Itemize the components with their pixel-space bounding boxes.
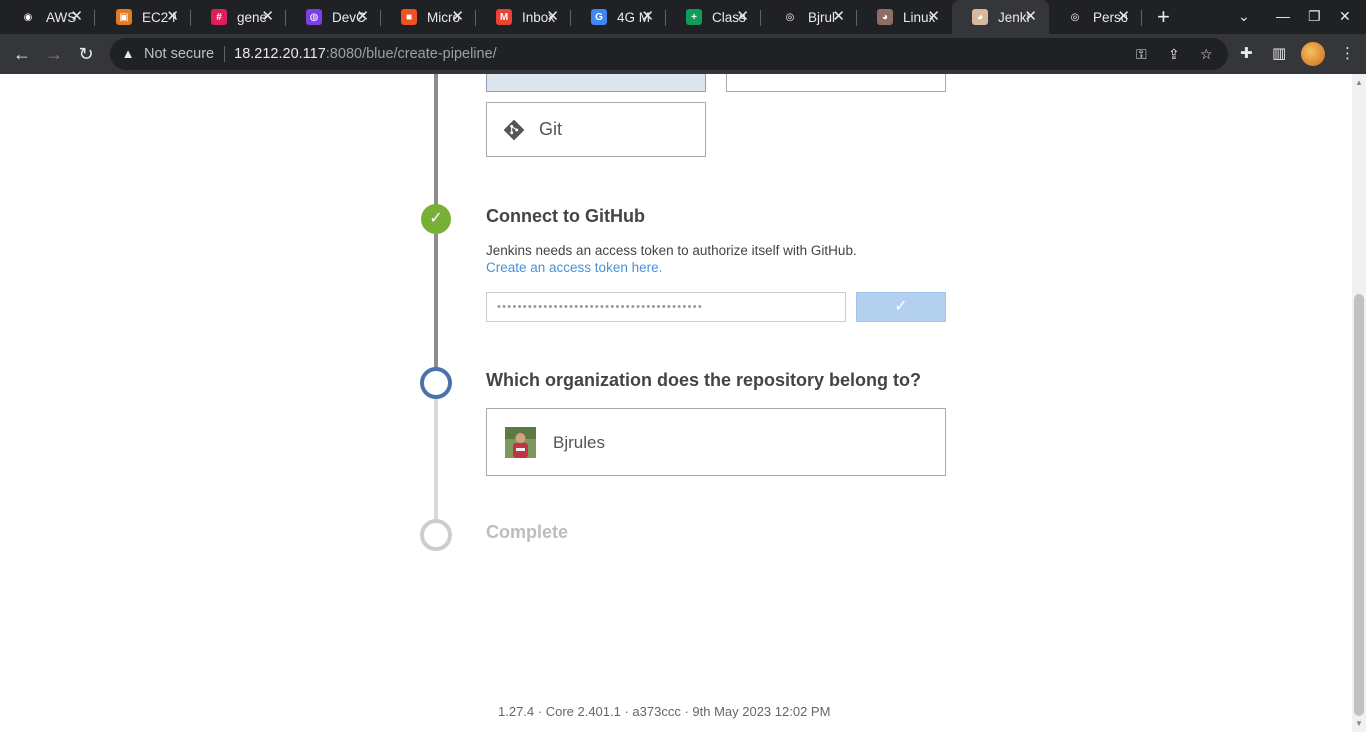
tab-close-icon[interactable]: ✕ [832,9,845,25]
organization-heading: Which organization does the repository b… [486,370,922,390]
restore-button[interactable]: ❐ [1308,8,1321,25]
tab-favicon-icon: ◕ [972,9,988,25]
browser-tab[interactable]: ◎ Perso ✕ [1047,0,1142,34]
tab-strip: + ⌄ — ❐ ✕ ◉AWS✕▣EC2 M✕#gene✕◍DevC✕■Micro… [0,0,1366,34]
url-host: 18.212.20.117 [234,46,326,62]
tab-favicon-icon: ◎ [782,9,798,25]
organization-avatar [505,427,536,458]
divider [224,46,226,62]
browser-tab[interactable]: ◍ DevC ✕ [286,0,381,34]
tab-search-icon[interactable]: ⌄ [1238,8,1250,25]
scroll-up-icon[interactable]: ▲ [1355,78,1363,87]
reload-icon[interactable]: ↻ [76,44,96,64]
organization-name: Bjrules [553,433,605,452]
jenkins-create-pipeline-page: Git ✓ Connect to GitHub Jenkins needs an… [0,74,1352,732]
source-option-github[interactable] [486,74,706,92]
security-label: Not secure [144,46,215,62]
minimize-button[interactable]: — [1276,8,1290,24]
tab-favicon-icon: ◕ [877,9,893,25]
browser-tab[interactable]: + Class ✕ [666,0,761,34]
progress-line-done [434,74,438,214]
browser-tab[interactable]: ◉ AWS ✕ [0,0,95,34]
browser-toolbar: ← → ↻ ▲ Not secure 18.212.20.117:8080/bl… [0,34,1366,74]
browser-tab[interactable]: ▣EC2 M✕ [96,0,191,34]
tab-favicon-icon: ◎ [1067,9,1083,25]
tab-close-icon[interactable]: ✕ [1117,9,1130,25]
step-active-indicator [420,367,452,399]
share-icon[interactable]: ⇪ [1168,46,1180,63]
tab-favicon-icon: G [591,9,607,25]
tab-favicon-icon: # [211,9,227,25]
browser-tab[interactable]: G 4G M ✕ [571,0,666,34]
step-pending-indicator [420,519,452,551]
source-option-git[interactable]: Git [486,102,706,157]
key-icon[interactable]: ⚿ [1136,46,1147,63]
tab-favicon-icon: ▣ [116,9,132,25]
forward-icon[interactable]: → [44,44,64,64]
side-panel-icon[interactable]: ▥ [1272,44,1286,62]
access-token-input[interactable]: •••••••••••••••••••••••••••••••••••••••• [486,292,846,322]
page-scrollbar[interactable]: ▲ ▼ [1352,74,1366,732]
tab-close-icon[interactable]: ✕ [261,9,274,25]
token-confirm-button[interactable]: ✓ [856,292,946,322]
tab-close-icon[interactable]: ✕ [356,9,369,25]
tab-close-icon[interactable]: ✕ [166,9,179,25]
profile-avatar[interactable] [1301,42,1325,66]
git-option-label: Git [539,119,563,139]
tab-separator [760,10,761,26]
version-footer: 1.27.4 · Core 2.401.1 · a373ccc · 9th Ma… [498,704,831,719]
tab-favicon-icon: ◉ [20,9,36,25]
warning-icon: ▲ [121,46,135,61]
tab-separator [1141,10,1142,26]
bookmark-star-icon[interactable]: ☆ [1200,46,1213,63]
progress-line-done [434,234,438,374]
url-path: :8080/blue/create-pipeline/ [325,46,497,62]
back-icon[interactable]: ← [12,44,32,64]
address-bar[interactable]: ▲ Not secure 18.212.20.117:8080/blue/cre… [110,38,1228,70]
create-token-link[interactable]: Create an access token here. [486,260,662,275]
connect-github-heading: Connect to GitHub [486,206,645,226]
close-window-button[interactable]: ✕ [1339,8,1351,25]
complete-heading: Complete [486,522,569,542]
tab-favicon-icon: + [686,9,702,25]
scroll-down-icon[interactable]: ▼ [1355,719,1363,728]
scrollbar-thumb[interactable] [1354,294,1364,716]
source-option-github-enterprise[interactable] [726,74,946,92]
tab-close-icon[interactable]: ✕ [451,9,464,25]
tab-favicon-icon: ■ [401,9,417,25]
tab-close-icon[interactable]: ✕ [1024,9,1037,25]
tab-favicon-icon: M [496,9,512,25]
tab-close-icon[interactable]: ✕ [736,9,749,25]
step-complete-check-icon: ✓ [421,204,451,234]
extensions-icon[interactable]: ✚ [1240,44,1253,62]
browser-tab[interactable]: M Inbox ✕ [476,0,571,34]
tab-close-icon[interactable]: ✕ [927,9,940,25]
tab-close-icon[interactable]: ✕ [641,9,654,25]
new-tab-button[interactable]: + [1157,6,1170,28]
progress-line-pending [434,394,438,524]
organization-option-bjrules[interactable]: Bjrules [486,408,946,476]
tab-close-icon[interactable]: ✕ [70,9,83,25]
tab-close-icon[interactable]: ✕ [546,9,559,25]
browser-tab[interactable]: ◎ Bjrul ✕ [762,0,857,34]
browser-tab[interactable]: ■ Micro ✕ [381,0,476,34]
browser-tab[interactable]: # gene ✕ [191,0,286,34]
tab-separator [94,10,95,26]
tab-favicon-icon: ◍ [306,9,322,25]
menu-icon[interactable]: ⋮ [1340,44,1355,62]
connect-github-description: Jenkins needs an access token to authori… [486,243,857,258]
browser-tab[interactable]: ◕ Jenki ✕ [952,0,1049,34]
git-icon [503,119,525,141]
browser-tab[interactable]: ◕ Linux ✕ [857,0,952,34]
